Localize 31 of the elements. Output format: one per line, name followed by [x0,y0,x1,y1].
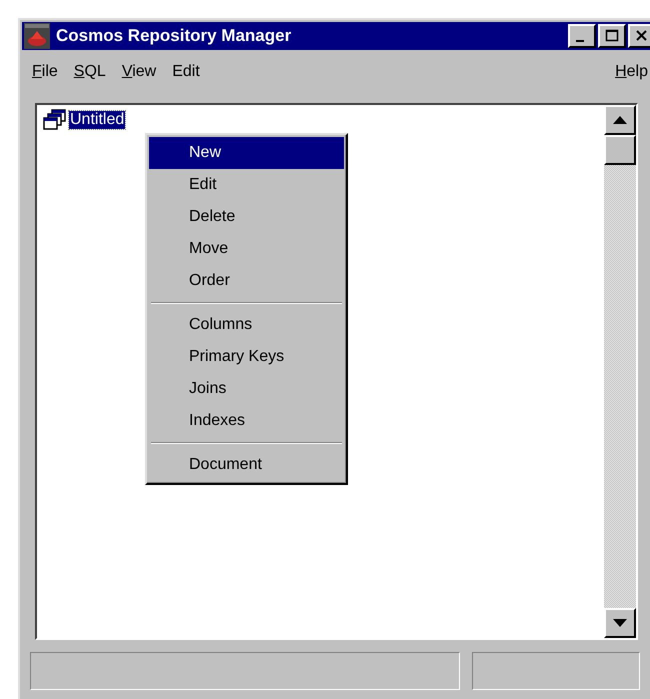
context-menu-item[interactable]: Indexes [149,405,344,437]
window-title: Cosmos Repository Manager [56,26,292,46]
menu-item[interactable]: Help [615,63,648,81]
close-button[interactable] [628,24,650,48]
maximize-icon [605,29,619,43]
context-menu-item[interactable]: Order [149,265,344,297]
tree-item[interactable]: Untitled [69,111,126,129]
context-menu-item[interactable]: Joins [149,373,344,405]
scroll-down-button[interactable] [604,608,636,638]
context-menu-item[interactable]: Delete [149,201,344,233]
maximize-button[interactable] [598,24,626,48]
minimize-button[interactable] [568,24,596,48]
context-menu-item[interactable]: Columns [149,309,344,341]
app-icon [24,23,50,49]
menu-item[interactable]: Edit [172,63,200,81]
close-icon [635,29,649,43]
context-menu-item[interactable]: Edit [149,169,344,201]
down-arrow-icon [613,619,627,627]
scroll-up-button[interactable] [604,105,636,135]
context-menu-item[interactable]: New [149,137,344,169]
menu-item[interactable]: SQL [74,63,106,81]
menu-item[interactable]: File [32,63,58,81]
context-menu-item[interactable]: Move [149,233,344,265]
menu-item[interactable]: View [122,63,156,81]
windows-icon [43,109,67,131]
vertical-scrollbar[interactable] [604,105,636,638]
context-menu-item[interactable]: Primary Keys [149,341,344,373]
context-menu-item[interactable]: Document [149,449,344,481]
scroll-thumb[interactable] [604,135,636,165]
up-arrow-icon [613,116,627,124]
minimize-icon [576,40,584,42]
